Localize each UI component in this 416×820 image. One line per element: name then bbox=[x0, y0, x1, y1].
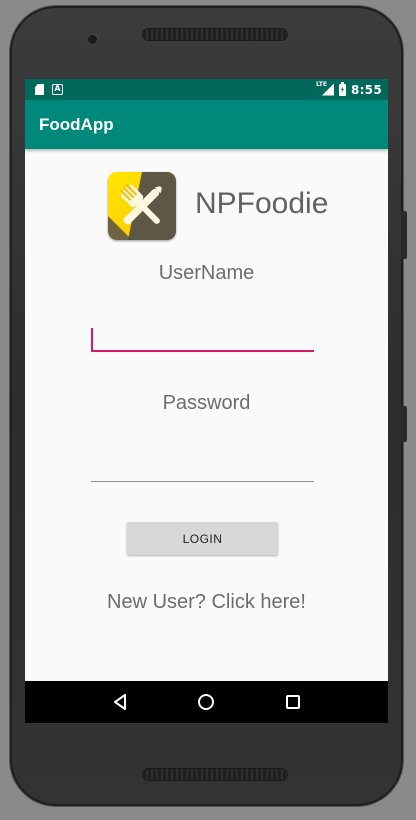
brand-name: NPFoodie bbox=[195, 187, 329, 220]
fork-knife-icon bbox=[108, 172, 176, 240]
front-camera bbox=[88, 35, 97, 44]
signal-icon: LTE bbox=[316, 81, 334, 96]
status-bar: A LTE 8:55 bbox=[25, 79, 388, 100]
network-type-label: LTE bbox=[315, 80, 327, 88]
home-icon[interactable] bbox=[193, 689, 219, 715]
username-input[interactable] bbox=[91, 324, 314, 352]
app-bar: FoodApp bbox=[25, 100, 388, 149]
clock: 8:55 bbox=[350, 82, 382, 97]
password-input[interactable] bbox=[91, 454, 314, 482]
login-content: NPFoodie UserName Password LOGIN New Use… bbox=[25, 149, 388, 682]
screen: A LTE 8:55 FoodApp NPFoodie UserName Pas… bbox=[25, 79, 388, 723]
password-label: Password bbox=[162, 392, 251, 414]
power-button[interactable] bbox=[401, 406, 407, 442]
sd-card-icon bbox=[35, 84, 44, 95]
login-button[interactable]: LOGIN bbox=[127, 522, 278, 555]
a-notification-icon: A bbox=[52, 84, 63, 95]
volume-button[interactable] bbox=[401, 211, 407, 259]
signup-link[interactable]: New User? Click here! bbox=[25, 591, 388, 614]
top-speaker bbox=[143, 29, 287, 40]
back-icon[interactable] bbox=[107, 689, 133, 715]
navigation-bar bbox=[25, 681, 388, 723]
recents-icon[interactable] bbox=[280, 689, 306, 715]
bottom-speaker bbox=[143, 769, 287, 780]
app-title: FoodApp bbox=[39, 114, 114, 134]
battery-icon bbox=[338, 81, 346, 96]
username-label: UserName bbox=[158, 262, 255, 284]
